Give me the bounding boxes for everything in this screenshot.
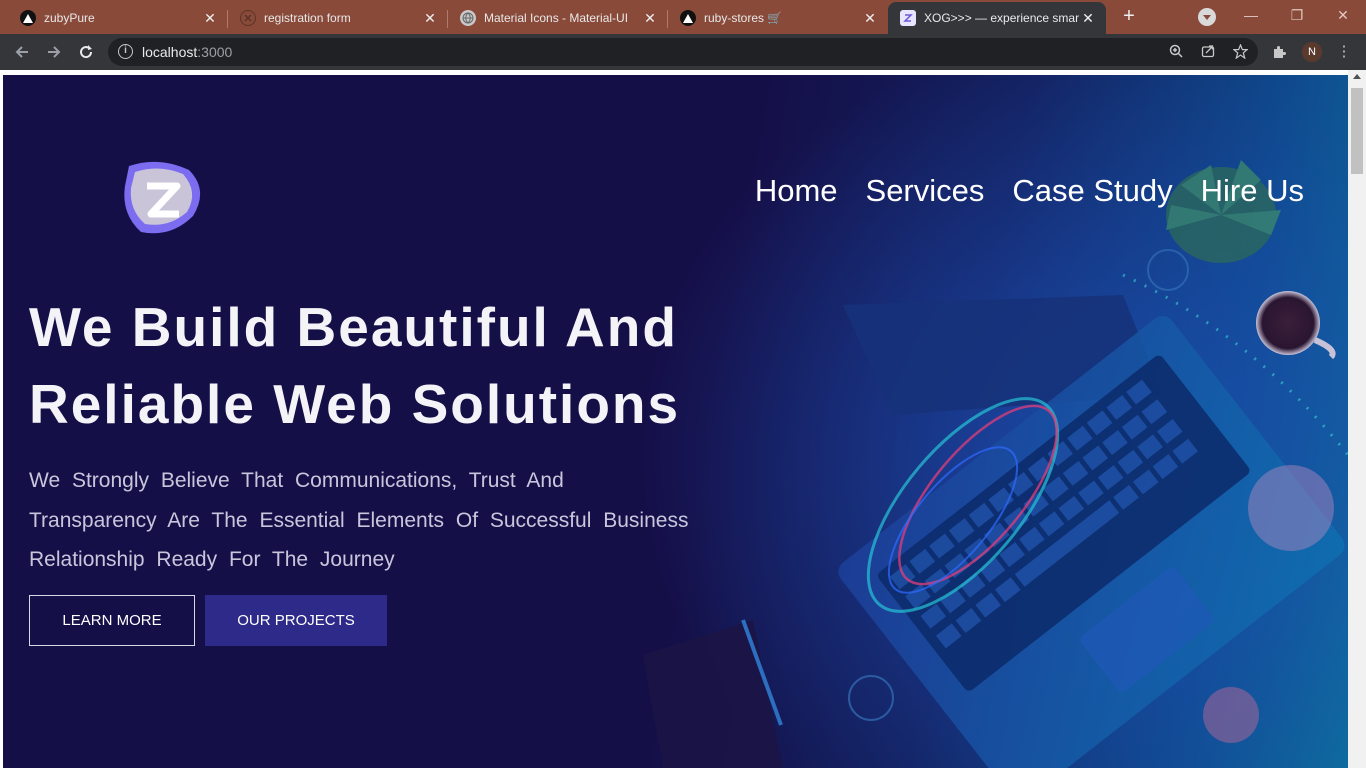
bookmark-star-icon[interactable] (1231, 43, 1249, 60)
close-icon[interactable]: ✕ (422, 10, 438, 26)
tab-title: XOG>>> — experience smar (924, 11, 1080, 25)
nav-case-study[interactable]: Case Study (1012, 173, 1172, 209)
tab-material-icons[interactable]: Material Icons - Material-UI ✕ (448, 2, 668, 34)
site-logo[interactable] (119, 158, 203, 238)
our-projects-button[interactable]: OUR PROJECTS (205, 595, 387, 646)
url-host: localhost (142, 44, 198, 60)
close-icon[interactable]: ✕ (202, 10, 218, 26)
profile-avatar[interactable]: N (1302, 42, 1322, 62)
share-icon[interactable] (1200, 44, 1216, 60)
back-arrow-icon[interactable] (10, 40, 34, 64)
site-info-icon[interactable]: i (118, 44, 133, 59)
tab-title: Material Icons - Material-UI (484, 11, 629, 25)
close-icon[interactable]: ✕ (1080, 10, 1096, 26)
tab-xog-active[interactable]: XOG>>> — experience smar ✕ (888, 2, 1106, 34)
new-tab-button[interactable]: + (1118, 6, 1140, 28)
tab-title: zubyPure (44, 11, 95, 25)
window-close-button[interactable]: ✕ (1320, 4, 1366, 28)
page-icon (900, 10, 916, 26)
main-nav: Home Services Case Study Hire Us (755, 173, 1304, 209)
scrollbar-thumb[interactable] (1351, 88, 1363, 174)
globe-icon (460, 10, 476, 26)
tab-zubypure[interactable]: zubyPure ✕ (8, 2, 228, 34)
minimize-button[interactable]: — (1228, 4, 1274, 28)
address-bar[interactable]: i localhost:3000 (108, 38, 1258, 66)
vercel-triangle-icon (20, 10, 36, 26)
tab-strip: zubyPure ✕ registration form ✕ Material … (0, 0, 1366, 34)
close-icon[interactable]: ✕ (642, 10, 658, 26)
address-url: localhost:3000 (142, 44, 232, 60)
extensions-puzzle-icon[interactable] (1269, 42, 1289, 62)
restore-button[interactable]: ❐ (1274, 4, 1320, 28)
browser-toolbar: i localhost:3000 N ⋮ (0, 34, 1366, 70)
nav-hire-us[interactable]: Hire Us (1201, 173, 1304, 209)
nav-services[interactable]: Services (866, 173, 985, 209)
scroll-up-arrow-icon[interactable] (1353, 74, 1361, 79)
page-scrollbar[interactable] (1348, 70, 1366, 768)
headline-line-1: We Build Beautiful And (29, 296, 678, 358)
hero-section: Home Services Case Study Hire Us We Buil… (3, 75, 1348, 768)
close-icon[interactable]: ✕ (862, 10, 878, 26)
learn-more-button[interactable]: LEARN MORE (29, 595, 195, 646)
url-port: :3000 (197, 44, 233, 60)
tab-title: registration form (264, 11, 351, 25)
reload-icon[interactable] (74, 40, 98, 64)
tab-title: ruby-stores 🛒 (704, 11, 783, 25)
hero-headline: We Build Beautiful And Reliable Web Solu… (29, 289, 729, 443)
tab-search-icon[interactable] (1198, 8, 1216, 26)
menu-kebab-icon[interactable]: ⋮ (1334, 42, 1354, 62)
forward-arrow-icon[interactable] (42, 40, 66, 64)
tab-ruby-stores[interactable]: ruby-stores 🛒 ✕ (668, 2, 888, 34)
tab-registration-form[interactable]: registration form ✕ (228, 2, 448, 34)
hero-subtext: We Strongly Believe That Communications,… (29, 469, 689, 571)
vercel-triangle-icon (680, 10, 696, 26)
zoom-icon[interactable] (1168, 44, 1184, 60)
error-globe-icon (240, 10, 256, 26)
nav-home[interactable]: Home (755, 173, 838, 209)
page-viewport: Home Services Case Study Hire Us We Buil… (0, 70, 1366, 768)
headline-line-2: Reliable Web Solutions (29, 373, 681, 435)
